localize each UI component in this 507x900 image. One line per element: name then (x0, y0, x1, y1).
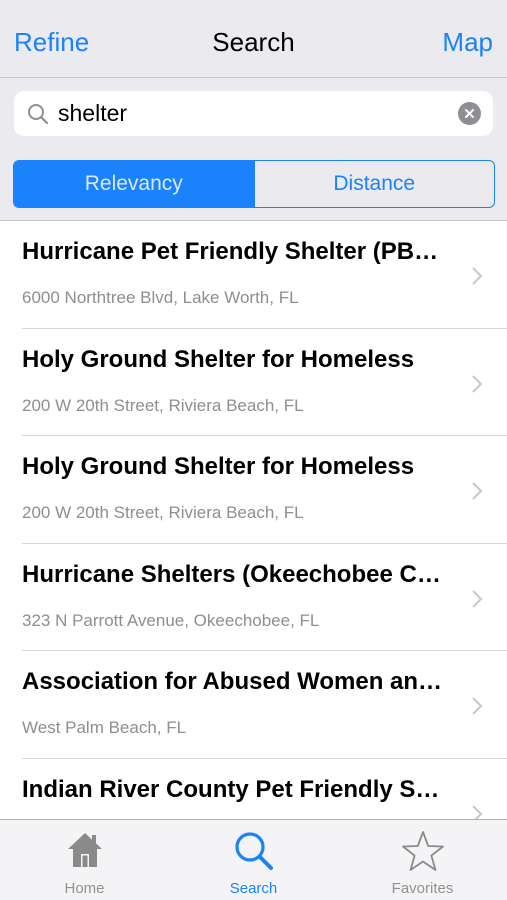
screen: Refine Search Map Relevancy Dist (0, 0, 507, 900)
page-title: Search (212, 27, 295, 57)
result-address: 200 W 20th Street, Riviera Beach, FL (22, 503, 304, 522)
list-item[interactable]: Hurricane Pet Friendly Shelter (PB… 6000… (0, 221, 507, 329)
list-item[interactable]: Holy Ground Shelter for Homeless 200 W 2… (0, 436, 507, 544)
list-item[interactable]: Hurricane Shelters (Okeechobee C… 323 N … (0, 544, 507, 651)
result-title: Association for Abused Women an… (22, 668, 443, 695)
chevron-right-icon (472, 697, 483, 715)
map-button[interactable]: Map (442, 26, 493, 58)
result-title: Hurricane Pet Friendly Shelter (PB… (22, 238, 439, 265)
header-area: Refine Search Map Relevancy Dist (0, 0, 507, 221)
list-item[interactable]: Indian River County Pet Friendly S… (0, 759, 507, 819)
house-icon (67, 833, 102, 867)
tab-home[interactable]: Home (0, 820, 169, 900)
tab-label: Favorites (391, 880, 454, 897)
sort-segmented-control: Relevancy Distance (13, 160, 495, 208)
list-item[interactable]: Holy Ground Shelter for Homeless 200 W 2… (0, 329, 507, 436)
results-list: Hurricane Pet Friendly Shelter (PB… 6000… (0, 221, 507, 819)
navbar-divider (0, 77, 507, 78)
search-icon (234, 832, 273, 870)
result-address: 6000 Northtree Blvd, Lake Worth, FL (22, 288, 299, 307)
result-address: 200 W 20th Street, Riviera Beach, FL (22, 395, 304, 415)
search-bar[interactable] (14, 91, 493, 136)
chevron-right-icon (472, 804, 483, 819)
result-title: Indian River County Pet Friendly S… (22, 775, 440, 803)
result-address: West Palm Beach, FL (22, 718, 187, 737)
result-title: Holy Ground Shelter for Homeless (22, 345, 415, 373)
star-icon (401, 831, 444, 871)
result-title: Hurricane Shelters (Okeechobee C… (22, 560, 441, 588)
clear-icon[interactable] (458, 102, 481, 125)
result-address: 323 N Parrott Avenue, Okeechobee, FL (22, 610, 320, 630)
tab-bar: Home Search Favorites (0, 819, 507, 900)
search-icon (26, 102, 50, 126)
sort-distance-segment[interactable]: Distance (253, 161, 495, 207)
tab-label: Search (229, 880, 278, 897)
chevron-right-icon (472, 374, 483, 393)
tab-label: Home (64, 880, 105, 897)
list-item[interactable]: Association for Abused Women an… West Pa… (0, 651, 507, 759)
chevron-right-icon (472, 482, 483, 500)
tab-search[interactable]: Search (169, 820, 338, 900)
result-title: Holy Ground Shelter for Homeless (22, 453, 415, 480)
chevron-right-icon (472, 267, 483, 285)
sort-relevancy-segment[interactable]: Relevancy (14, 161, 254, 207)
tab-favorites[interactable]: Favorites (338, 820, 507, 900)
navigation-bar: Refine Search Map (0, 0, 507, 78)
chevron-right-icon (472, 589, 483, 608)
search-input[interactable] (58, 97, 438, 130)
